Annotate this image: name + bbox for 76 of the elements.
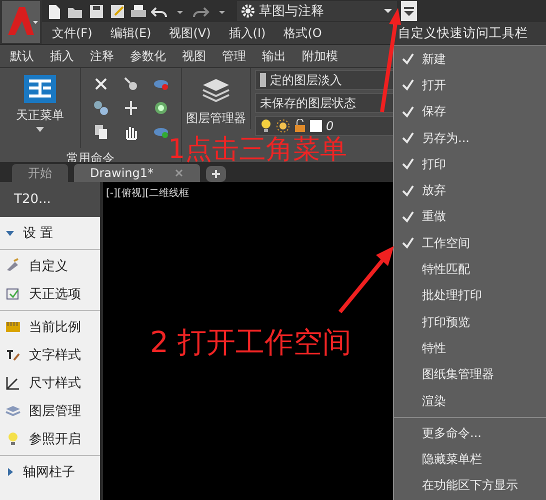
menu-item[interactable]: 放弃 (394, 177, 546, 204)
circles-icon[interactable] (93, 100, 109, 116)
menu-item[interactable]: 在功能区下方显示 (394, 472, 546, 500)
ribbon-tab[interactable]: 输出 (262, 48, 286, 64)
menu-item[interactable]: 重做 (394, 204, 546, 230)
menu-item[interactable]: 特性匹配 (394, 256, 546, 283)
workspace-dropdown[interactable]: 草图与注释 (237, 1, 397, 21)
caret-down-icon (36, 127, 44, 133)
annotation-text: 2 打开工作空间 (150, 328, 352, 357)
move-icon[interactable] (123, 100, 139, 116)
caret-down-icon (383, 6, 393, 16)
ribbon-tab[interactable]: 注释 (90, 48, 114, 64)
layer-manager-button[interactable]: 图层管理器 (182, 68, 251, 129)
layer-icon (260, 73, 266, 87)
save-as-icon[interactable] (109, 2, 126, 20)
menu-item[interactable]: 编辑(E) (110, 24, 152, 42)
ribbon-tab[interactable]: 插入 (50, 48, 74, 64)
menu-item[interactable]: 图纸集管理器 (394, 362, 546, 388)
document-tab[interactable]: Drawing1* (74, 164, 200, 182)
palette-item[interactable]: 天正选项 (0, 280, 100, 308)
workspace-name: 草图与注释 (259, 3, 325, 20)
menu-item[interactable]: 打印 (394, 151, 546, 178)
target-icon[interactable] (153, 100, 169, 116)
menu-item[interactable]: 渲染 (394, 388, 546, 414)
menu-item[interactable]: 更多命令... (394, 420, 546, 446)
menu-item[interactable]: 隐藏菜单栏 (394, 446, 546, 473)
save-icon[interactable] (88, 2, 105, 20)
menu-item[interactable]: 视图(V) (169, 24, 211, 42)
hand-icon[interactable] (123, 124, 139, 140)
menu-item[interactable]: 另存为... (394, 124, 546, 152)
copy-icon[interactable] (93, 124, 109, 140)
document-tab[interactable]: 开始 (12, 164, 68, 182)
menu-item[interactable]: 打印预览 (394, 308, 546, 336)
palette-item[interactable]: 设 置 (0, 219, 100, 247)
new-file-icon[interactable] (46, 2, 63, 20)
brush-icon (5, 258, 21, 274)
ribbon-tab[interactable]: 参数化 (130, 48, 166, 64)
annotation-arrow (338, 246, 394, 314)
sun-icon (276, 119, 290, 133)
palette-item[interactable]: 当前比例 (0, 313, 100, 341)
logo-icon (23, 74, 57, 104)
menu-title: 自定义快速访问工具栏 (394, 22, 546, 46)
menu-item[interactable]: 格式(O (284, 24, 322, 42)
palette-item[interactable]: 文字样式 (0, 341, 100, 369)
palette-item[interactable]: 图层管理 (0, 397, 100, 425)
menu-item[interactable]: 新建 (394, 46, 546, 72)
palette-item[interactable]: 轴网柱子 (0, 458, 100, 486)
menu-item[interactable]: 特性 (394, 335, 546, 362)
customize-menu-button[interactable] (401, 1, 417, 21)
ruler-icon (5, 319, 21, 335)
menu-item[interactable]: 插入(I) (228, 24, 266, 42)
palette-item[interactable]: 参照开启 (0, 425, 100, 453)
tianzheng-menu-button[interactable]: 天正菜单 (0, 68, 80, 148)
gear-icon (241, 4, 255, 18)
printer-icon[interactable] (130, 2, 147, 20)
palette-item[interactable]: 尺寸样式 (0, 369, 100, 397)
new-tab-button[interactable] (206, 166, 226, 182)
checklist-icon (5, 286, 21, 302)
ribbon-tab[interactable]: 管理 (222, 48, 246, 64)
palette-title: T20... (0, 182, 100, 217)
layers-icon (5, 403, 21, 419)
menu-item[interactable]: 保存 (394, 98, 546, 125)
palette-item[interactable]: 自定义 (0, 252, 100, 280)
annotation-text: 1点击三角菜单 (168, 136, 348, 163)
ribbon-tab[interactable]: 默认 (10, 48, 34, 64)
menu-item[interactable]: 工作空间 (394, 230, 546, 256)
bulb-icon (260, 119, 272, 133)
ribbon-tab[interactable]: 附加模 (302, 48, 338, 64)
text-style-icon (5, 347, 21, 363)
menu-item[interactable]: 批处理打印 (394, 282, 546, 309)
menu-item[interactable]: 打开 (394, 72, 546, 99)
dimension-icon (5, 375, 21, 391)
menu-item[interactable]: 文件(F) (52, 24, 92, 42)
color-swatch-icon (310, 120, 322, 132)
lock-icon (294, 119, 306, 133)
ribbon-tab[interactable]: 视图 (182, 48, 206, 64)
